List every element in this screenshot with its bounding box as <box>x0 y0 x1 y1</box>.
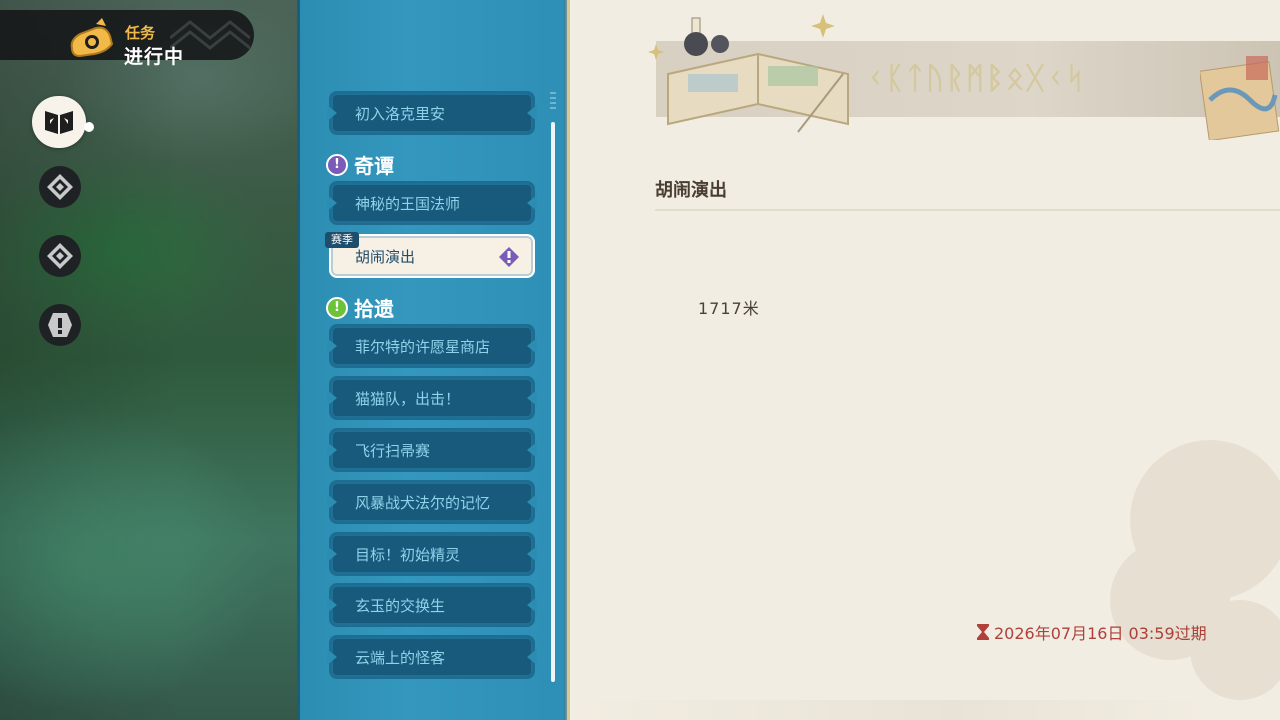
exclamation-icon: ! <box>326 296 348 319</box>
season-badge: 赛季 <box>325 232 359 248</box>
quest-title: 胡闹演出 <box>655 180 727 201</box>
quest-detail-panel: ᚲᛕᛏᚢᚱᛗᛒᛟᚷᚲᛋ 胡闹演出 1717米 2026年07月16日 03:59… <box>567 0 1280 720</box>
quest-item-label: 云端上的怪客 <box>355 648 446 667</box>
section-title: 奇谭 <box>354 154 394 178</box>
diamond-compass-icon <box>47 243 73 269</box>
quest-item-label: 风暴战犬法尔的记忆 <box>355 493 491 512</box>
badge-decoration <box>170 20 250 50</box>
section-header-tales: ! 奇谭 <box>326 150 394 179</box>
quest-item-label: 玄玉的交换生 <box>355 596 446 615</box>
quest-item[interactable]: 云端上的怪客 <box>329 635 535 679</box>
quest-item[interactable]: 飞行扫帚赛 <box>329 428 535 472</box>
section-header-collect: ! 拾遗 <box>326 293 394 322</box>
quest-item-label: 胡闹演出 <box>355 247 416 266</box>
notification-dot <box>84 122 94 132</box>
nav-diamond-button-1[interactable] <box>39 166 81 208</box>
map-illustration-icon <box>1200 56 1280 140</box>
quest-item-label: 飞行扫帚赛 <box>355 441 431 460</box>
section-title: 拾遗 <box>354 297 394 321</box>
quest-item[interactable]: 初入洛克里安 <box>329 91 535 135</box>
bottom-edge <box>570 700 1210 720</box>
quest-item-label: 目标！初始精灵 <box>355 545 461 564</box>
quest-item[interactable]: 菲尔特的许愿星商店 <box>329 324 535 368</box>
quest-label: 任务 <box>125 24 156 42</box>
creature-watermark-icon <box>1110 440 1280 700</box>
title-divider <box>655 209 1280 211</box>
quest-item[interactable]: 猫猫队，出击！ <box>329 376 535 420</box>
quest-list-panel: 初入洛克里安 ! 奇谭 神秘的王国法师 赛季 胡闹演出 ! 拾遗 菲尔特的许愿星… <box>297 0 570 720</box>
quest-distance: 1717米 <box>698 299 760 318</box>
exclamation-icon <box>499 247 519 267</box>
exclamation-icon <box>48 313 72 337</box>
quest-item[interactable]: 目标！初始精灵 <box>329 532 535 576</box>
quest-status-badge: 任务 进行中 <box>0 10 254 68</box>
nav-alert-button[interactable] <box>39 304 81 346</box>
quest-bell-icon <box>70 18 114 58</box>
exclamation-icon: ! <box>326 153 348 176</box>
svg-text:ᚲᛕᛏᚢᚱᛗᛒᛟᚷᚲᛋ: ᚲᛕᛏᚢᚱᛗᛒᛟᚷᚲᛋ <box>866 61 1086 96</box>
scroll-grip <box>550 92 556 112</box>
hourglass-icon <box>977 624 989 640</box>
book-icon <box>45 111 73 134</box>
quest-item-label: 神秘的王国法师 <box>355 194 461 213</box>
rune-decoration: ᚲᛕᛏᚢᚱᛗᛒᛟᚷᚲᛋ <box>866 61 1086 96</box>
quest-item[interactable]: 神秘的王国法师 <box>329 181 535 225</box>
quest-item-label: 猫猫队，出击！ <box>355 389 461 408</box>
scrollbar[interactable] <box>551 122 555 682</box>
quest-book-button[interactable] <box>32 96 86 148</box>
quest-item-label: 菲尔特的许愿星商店 <box>355 337 491 356</box>
nav-diamond-button-2[interactable] <box>39 235 81 277</box>
quest-item-label: 初入洛克里安 <box>355 104 446 123</box>
quest-item-selected[interactable]: 胡闹演出 <box>329 234 535 278</box>
quest-item[interactable]: 风暴战犬法尔的记忆 <box>329 480 535 524</box>
book-illustration-icon <box>648 14 849 133</box>
diamond-compass-icon <box>47 174 73 200</box>
quest-item[interactable]: 玄玉的交换生 <box>329 583 535 627</box>
